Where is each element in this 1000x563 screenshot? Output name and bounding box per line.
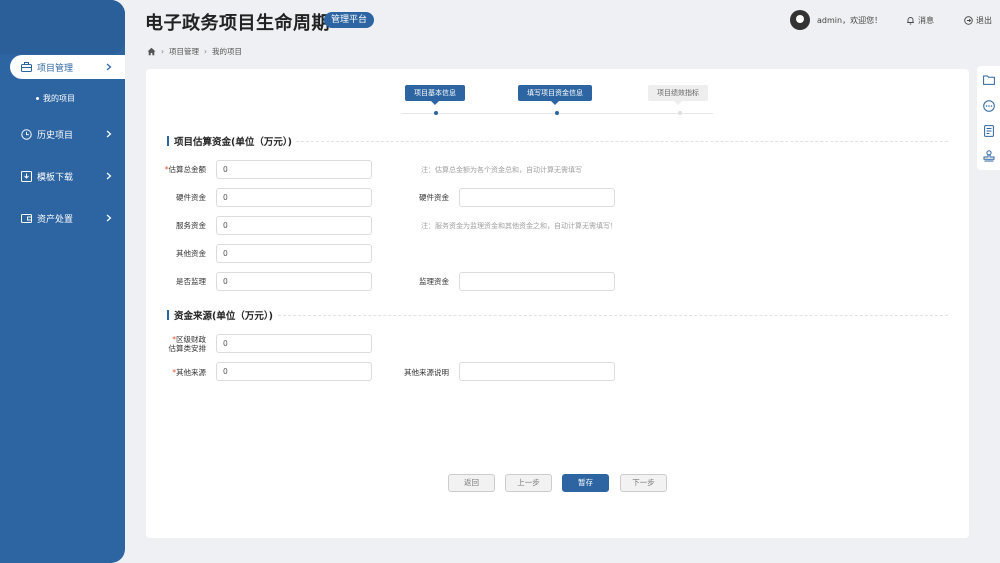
step-performance[interactable]: 项目绩效指标	[648, 85, 708, 105]
other-source-desc-input[interactable]	[459, 362, 615, 381]
hardware-fund-label: 硬件资金	[176, 193, 206, 202]
messages-link[interactable]: 消息	[906, 15, 934, 26]
service-fund-label: 服务资金	[176, 221, 206, 230]
sidebar-item-label: 项目管理	[37, 63, 74, 74]
supervision-fund-label: 监理资金	[419, 277, 449, 286]
total-amount-label: *估算总金额	[164, 165, 206, 174]
stamp-icon[interactable]	[982, 149, 995, 162]
step-pointer	[674, 101, 682, 105]
step-basic-info[interactable]: 项目基本信息	[405, 85, 465, 105]
other-fund-input[interactable]: 0	[216, 244, 372, 263]
service-fund-note: 注：服务资金为监理资金和其他资金之和，自动计算无需填写！	[421, 222, 617, 230]
document-icon[interactable]	[982, 124, 995, 137]
logout-icon	[964, 16, 973, 25]
other-source-input[interactable]: 0	[216, 362, 372, 381]
sidebar-subitem-my-projects[interactable]: 我的项目	[36, 93, 75, 104]
sidebar-item-label: 资产处置	[37, 214, 74, 225]
sidebar-item-asset-disposal[interactable]: 资产处置	[10, 206, 125, 230]
chevron-right-icon	[103, 61, 115, 73]
section-title-estimate: 项目估算资金(单位（万元）)	[167, 135, 292, 148]
section-title-text: 资金来源(单位（万元）)	[174, 311, 273, 322]
section-marker	[167, 310, 169, 320]
hardware-fund-input[interactable]: 0	[216, 188, 372, 207]
step-pointer	[551, 101, 559, 105]
sidebar-item-label: 历史项目	[37, 130, 74, 141]
more-icon[interactable]	[982, 99, 995, 112]
sidebar-header	[0, 0, 125, 54]
briefcase-icon	[20, 61, 32, 73]
supervision-label: 是否监理	[176, 277, 206, 286]
wallet-icon	[20, 212, 32, 224]
hardware-fund-input-2[interactable]	[459, 188, 615, 207]
total-amount-note: 注：估算总金额为各个资金总和，自动计算无需填写	[421, 166, 582, 174]
user-info[interactable]: admin，欢迎您！	[790, 10, 882, 30]
sidebar-item-template-download[interactable]: 模板下载	[10, 164, 125, 188]
home-icon[interactable]	[147, 47, 156, 56]
logout-link[interactable]: 退出	[964, 15, 992, 26]
clock-icon	[20, 128, 32, 140]
bullet-dot	[36, 97, 39, 100]
supervision-input[interactable]: 0	[216, 272, 372, 291]
platform-badge: 管理平台	[324, 12, 375, 28]
next-step-button[interactable]: 下一步	[620, 474, 667, 492]
folder-icon[interactable]	[982, 73, 995, 86]
section-marker	[167, 136, 169, 146]
other-source-desc-label: 其他来源说明	[404, 368, 449, 377]
sidebar-item-project-management[interactable]: 项目管理	[10, 55, 125, 79]
step-dot	[555, 111, 559, 115]
total-amount-input[interactable]: 0	[216, 160, 372, 179]
breadcrumb-separator: ›	[161, 47, 164, 56]
step-pointer	[431, 101, 439, 105]
sidebar-subitem-label: 我的项目	[43, 94, 75, 103]
supervision-fund-input[interactable]	[459, 272, 615, 291]
service-fund-input[interactable]: 0	[216, 216, 372, 235]
app-title: 电子政务项目生命周期	[145, 13, 330, 34]
district-finance-label: *区级财政 估算类安排	[168, 335, 207, 353]
section-divider	[296, 141, 948, 142]
download-icon	[20, 170, 32, 182]
sidebar: 项目管理 历史项目 模板下载 资产处置 我的项目	[0, 0, 125, 563]
main-card: 项目基本信息 填写项目资金信息 项目绩效指标 项目估算资金(单位（万元）) *估…	[146, 69, 969, 538]
logout-label: 退出	[976, 16, 992, 25]
chevron-right-icon	[103, 128, 115, 140]
step-dot	[434, 111, 438, 115]
tool-rail	[977, 66, 1000, 170]
step-label: 填写项目资金信息	[527, 89, 583, 97]
step-label: 项目绩效指标	[657, 89, 699, 97]
bell-icon	[907, 17, 914, 25]
step-fund-info[interactable]: 填写项目资金信息	[518, 85, 592, 105]
chevron-right-icon	[103, 170, 115, 182]
messages-label: 消息	[918, 16, 934, 25]
breadcrumb-item[interactable]: 我的项目	[212, 46, 242, 57]
welcome-text: admin，欢迎您！	[817, 15, 883, 25]
breadcrumb: › 项目管理 › 我的项目	[147, 46, 242, 57]
section-divider	[278, 315, 948, 316]
breadcrumb-separator: ›	[204, 47, 207, 56]
back-button[interactable]: 返回	[448, 474, 495, 492]
sidebar-item-label: 模板下载	[37, 172, 74, 183]
avatar[interactable]	[790, 10, 810, 30]
breadcrumb-item[interactable]: 项目管理	[169, 46, 199, 57]
step-label: 项目基本信息	[414, 89, 456, 97]
other-source-label: *其他来源	[172, 368, 206, 377]
prev-step-button[interactable]: 上一步	[505, 474, 552, 492]
section-title-text: 项目估算资金(单位（万元）)	[174, 137, 292, 148]
hardware-fund-label-2: 硬件资金	[419, 193, 449, 202]
section-title-source: 资金来源(单位（万元）)	[167, 309, 273, 322]
district-finance-input[interactable]: 0	[216, 334, 372, 353]
other-fund-label: 其他资金	[176, 249, 206, 258]
step-dot	[678, 111, 682, 115]
sidebar-item-history-projects[interactable]: 历史项目	[10, 122, 125, 146]
save-draft-button[interactable]: 暂存	[562, 474, 609, 492]
chevron-right-icon	[103, 212, 115, 224]
